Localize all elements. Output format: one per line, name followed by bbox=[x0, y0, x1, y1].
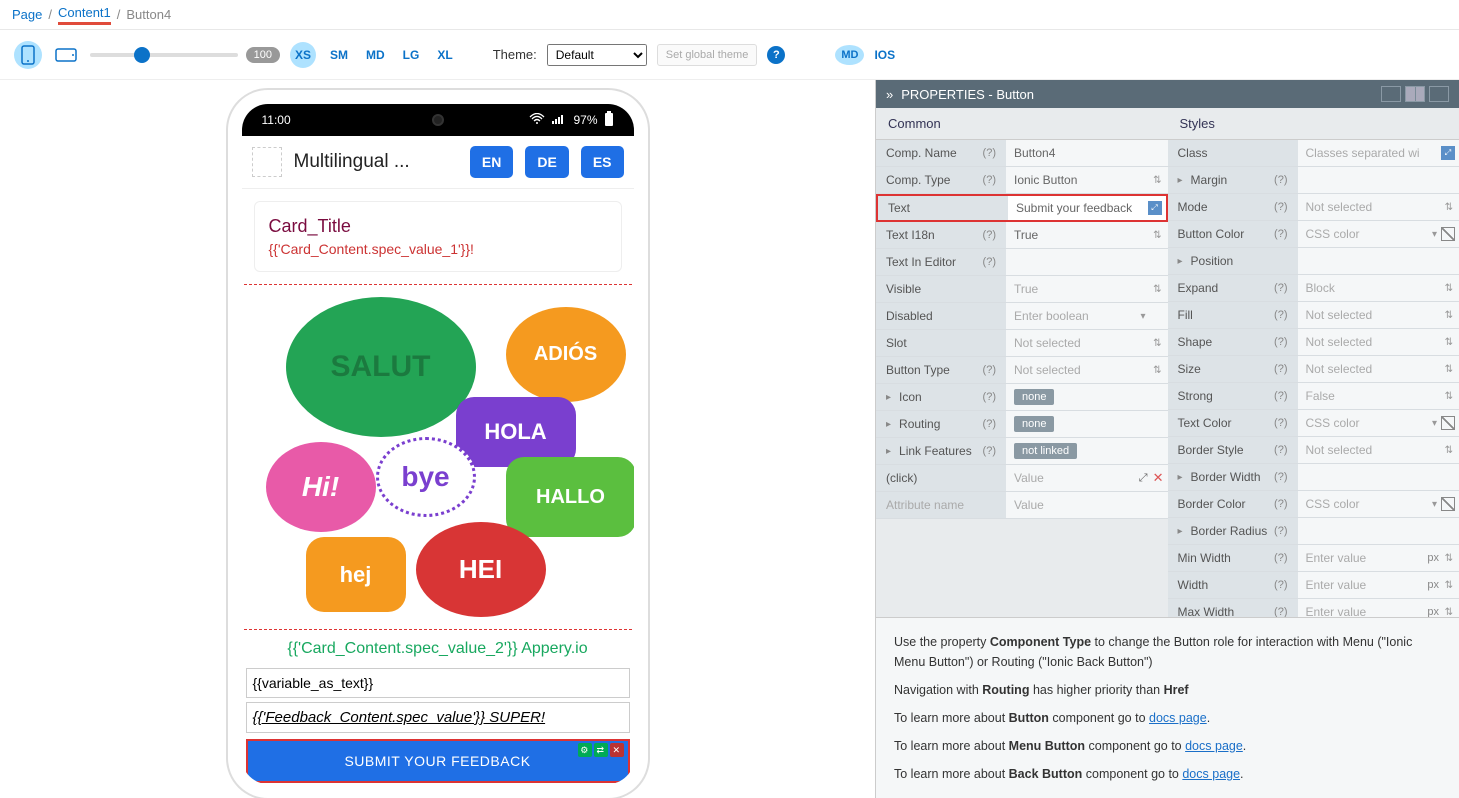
prop-row[interactable]: Attribute nameValue bbox=[876, 492, 1168, 519]
styles-header: Styles bbox=[1168, 108, 1459, 140]
speech-bubbles-image: SALUT ADIÓS HOLA Hi! bye HALLO hej HEI bbox=[246, 287, 630, 627]
docs-link-back[interactable]: docs page bbox=[1182, 767, 1240, 781]
breadcrumb-current: Button4 bbox=[126, 7, 171, 22]
prop-row[interactable]: ▸Position bbox=[1168, 248, 1459, 275]
app-header: Multilingual ... EN DE ES bbox=[242, 136, 634, 189]
prop-row[interactable]: Border Style(?)Not selected⇅ bbox=[1168, 437, 1459, 464]
breadcrumb-content[interactable]: Content1 bbox=[58, 5, 111, 25]
theme-select[interactable]: Default bbox=[547, 44, 647, 66]
prop-row[interactable]: TextSubmit your feedback⤢ bbox=[876, 194, 1168, 222]
layout-columns-icon[interactable] bbox=[1405, 86, 1425, 102]
canvas-area: 11:00 97% bbox=[0, 80, 875, 798]
submit-button[interactable]: SUBMIT YOUR FEEDBACK ⚙ ⇄ ✕ bbox=[246, 739, 630, 783]
device-tablet-icon[interactable] bbox=[52, 41, 80, 69]
camera-icon bbox=[432, 114, 444, 126]
phone-time: 11:00 bbox=[262, 113, 291, 127]
common-header: Common bbox=[876, 108, 1168, 140]
app-title: Multilingual ... bbox=[294, 151, 458, 173]
prop-row[interactable]: Expand(?)Block⇅ bbox=[1168, 275, 1459, 302]
prop-row[interactable]: ▸Margin(?) bbox=[1168, 167, 1459, 194]
card-content: {{'Card_Content.spec_value_1'}}! bbox=[269, 241, 607, 257]
prop-row[interactable]: Size(?)Not selected⇅ bbox=[1168, 356, 1459, 383]
card[interactable]: Card_Title {{'Card_Content.spec_value_1'… bbox=[254, 201, 622, 272]
prop-row[interactable]: ▸Border Radius(?) bbox=[1168, 518, 1459, 545]
common-column: Comp. Name(?)Button4Comp. Type(?)Ionic B… bbox=[876, 140, 1168, 617]
phone-status-bar: 11:00 97% bbox=[242, 104, 634, 136]
prop-row[interactable]: Max Width(?)Enter value⇅px bbox=[1168, 599, 1459, 617]
prop-row[interactable]: Width(?)Enter value⇅px bbox=[1168, 572, 1459, 599]
battery-icon bbox=[604, 111, 614, 130]
device-phone-icon[interactable] bbox=[14, 41, 42, 69]
prop-row[interactable]: Fill(?)Not selected⇅ bbox=[1168, 302, 1459, 329]
prop-row[interactable]: Button Color(?)CSS color▾ bbox=[1168, 221, 1459, 248]
layout-single-icon[interactable] bbox=[1381, 86, 1401, 102]
prop-row[interactable]: VisibleTrue⇅ bbox=[876, 276, 1168, 303]
help-text: Use the property Component Type to chang… bbox=[876, 617, 1459, 798]
platform-ios[interactable]: IOS bbox=[874, 48, 895, 62]
zoom-slider[interactable]: 100 bbox=[90, 47, 280, 63]
prop-row[interactable]: Strong(?)False⇅ bbox=[1168, 383, 1459, 410]
variable-text[interactable]: {{variable_as_text}} bbox=[246, 668, 630, 698]
battery-text: 97% bbox=[573, 113, 597, 127]
badge-2-icon[interactable]: ⇄ bbox=[594, 743, 608, 757]
docs-link-button[interactable]: docs page bbox=[1149, 711, 1207, 725]
prop-row[interactable]: Border Color(?)CSS color▾ bbox=[1168, 491, 1459, 518]
prop-row[interactable]: ClassClasses separated wi⤢ bbox=[1168, 140, 1459, 167]
toolbar: 100 XS SM MD LG XL Theme: Default Set gl… bbox=[0, 30, 1459, 80]
size-xl[interactable]: XL bbox=[433, 45, 456, 65]
size-md[interactable]: MD bbox=[362, 45, 389, 65]
docs-link-menu[interactable]: docs page bbox=[1185, 739, 1243, 753]
size-xs[interactable]: XS bbox=[290, 42, 316, 68]
prop-row[interactable]: Comp. Name(?)Button4 bbox=[876, 140, 1168, 167]
prop-row[interactable]: Button Type(?)Not selected⇅ bbox=[876, 357, 1168, 384]
properties-panel: » PROPERTIES - Button Common Styles Comp… bbox=[875, 80, 1459, 798]
layout-other-icon[interactable] bbox=[1429, 86, 1449, 102]
size-sm[interactable]: SM bbox=[326, 45, 352, 65]
slider-thumb[interactable] bbox=[134, 47, 150, 63]
prop-row[interactable]: ▸Border Width(?) bbox=[1168, 464, 1459, 491]
prop-row[interactable]: SlotNot selected⇅ bbox=[876, 330, 1168, 357]
prop-row[interactable]: Text In Editor(?) bbox=[876, 249, 1168, 276]
badge-1-icon[interactable]: ⚙ bbox=[578, 743, 592, 757]
breadcrumb-page[interactable]: Page bbox=[12, 7, 42, 22]
prop-row[interactable]: ▸Link Features(?)not linked bbox=[876, 438, 1168, 465]
prop-row[interactable]: ▸Routing(?)none bbox=[876, 411, 1168, 438]
prop-row[interactable]: Shape(?)Not selected⇅ bbox=[1168, 329, 1459, 356]
feedback-text[interactable]: {{'Feedback_Content.spec_value'}} SUPER! bbox=[246, 702, 630, 733]
image-section[interactable]: SALUT ADIÓS HOLA Hi! bye HALLO hej HEI bbox=[244, 284, 632, 630]
prop-row[interactable]: Text I18n(?)True⇅ bbox=[876, 222, 1168, 249]
green-text[interactable]: {{'Card_Content.spec_value_2'}} Appery.i… bbox=[242, 630, 634, 668]
signal-icon bbox=[551, 113, 567, 128]
prop-row[interactable]: Mode(?)Not selected⇅ bbox=[1168, 194, 1459, 221]
lang-de-button[interactable]: DE bbox=[525, 146, 568, 178]
styles-column: ClassClasses separated wi⤢▸Margin(?)Mode… bbox=[1168, 140, 1459, 617]
help-icon[interactable]: ? bbox=[767, 46, 785, 64]
phone-frame: 11:00 97% bbox=[228, 90, 648, 798]
wifi-icon bbox=[529, 113, 545, 128]
platform-md[interactable]: MD bbox=[835, 45, 864, 65]
card-title: Card_Title bbox=[269, 216, 607, 237]
prop-row[interactable]: (click)Value⤢✕ bbox=[876, 465, 1168, 492]
prop-row[interactable]: Comp. Type(?)Ionic Button⇅ bbox=[876, 167, 1168, 194]
properties-header: » PROPERTIES - Button bbox=[876, 80, 1459, 108]
lang-es-button[interactable]: ES bbox=[581, 146, 624, 178]
badge-delete-icon[interactable]: ✕ bbox=[610, 743, 624, 757]
collapse-icon[interactable]: » bbox=[886, 87, 893, 102]
prop-row[interactable]: Min Width(?)Enter value⇅px bbox=[1168, 545, 1459, 572]
global-theme-button[interactable]: Set global theme bbox=[657, 44, 758, 66]
prop-row[interactable]: ▸Icon(?)none bbox=[876, 384, 1168, 411]
prop-row[interactable]: DisabledEnter boolean▾ bbox=[876, 303, 1168, 330]
zoom-value: 100 bbox=[246, 47, 280, 63]
breadcrumb: Page / Content1 / Button4 bbox=[0, 0, 1459, 30]
prop-row[interactable]: Text Color(?)CSS color▾ bbox=[1168, 410, 1459, 437]
menu-placeholder[interactable] bbox=[252, 147, 282, 177]
lang-en-button[interactable]: EN bbox=[470, 146, 513, 178]
theme-label: Theme: bbox=[493, 47, 537, 62]
size-lg[interactable]: LG bbox=[399, 45, 424, 65]
